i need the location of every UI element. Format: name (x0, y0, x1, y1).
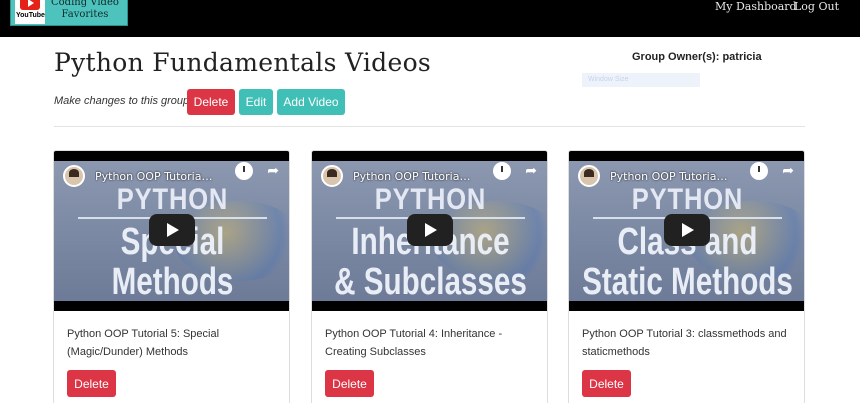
share-icon[interactable]: ➦ (525, 163, 537, 179)
play-icon[interactable] (664, 214, 710, 246)
thumbnail-line-2: Static Methods (582, 261, 793, 303)
thumbnail-heading: PYTHON (374, 183, 487, 216)
clock-icon[interactable] (493, 162, 511, 180)
thumbnail-heading: PYTHON (631, 183, 744, 216)
thumbnail-topbar: Python OOP Tutorial 3: ... ➦ (569, 162, 804, 187)
channel-avatar[interactable] (321, 165, 343, 187)
log-out-link[interactable]: Log Out (794, 0, 839, 13)
video-card: PYTHON Class and Static Methods Python O… (568, 150, 805, 403)
video-caption: Python OOP Tutorial 5: Special (Magic/Du… (67, 328, 220, 358)
edit-group-button[interactable]: Edit (239, 89, 273, 115)
header-divider (54, 126, 805, 127)
thumbnail-video-title[interactable]: Python OOP Tutorial 3: ... (610, 170, 730, 183)
video-card: PYTHON Inheritance & Subclasses Python O… (311, 150, 548, 403)
video-thumbnail[interactable]: PYTHON Special Methods Python OOP Tutori… (54, 151, 289, 311)
group-owner-label: Group Owner(s): patricia (632, 51, 762, 63)
clock-icon[interactable] (750, 162, 768, 180)
thumbnail-video-title[interactable]: Python OOP Tutorial 4: I... (353, 170, 473, 183)
clock-icon[interactable] (235, 162, 253, 180)
video-thumbnail[interactable]: PYTHON Class and Static Methods Python O… (569, 151, 804, 311)
logo-text: Coding Video Favorites (51, 0, 119, 21)
channel-avatar[interactable] (63, 165, 85, 187)
faint-field: Window Size (582, 73, 700, 87)
youtube-icon-label: YouTube (16, 12, 45, 19)
top-navbar: YouTube Coding Video Favorites My Dashbo… (0, 0, 860, 37)
change-group-label: Make changes to this group: (54, 95, 193, 107)
thumbnail-topbar: Python OOP Tutorial 5: ... ➦ (54, 162, 289, 187)
channel-avatar[interactable] (578, 165, 600, 187)
share-icon[interactable]: ➦ (782, 163, 794, 179)
page-title: Python Fundamentals Videos (54, 48, 432, 77)
my-dashboard-link[interactable]: My Dashboard (715, 0, 797, 13)
add-video-button[interactable]: Add Video (277, 89, 345, 115)
delete-video-button[interactable]: Delete (325, 370, 374, 397)
site-logo[interactable]: YouTube Coding Video Favorites (10, 0, 128, 26)
youtube-icon: YouTube (15, 0, 45, 24)
play-icon[interactable] (149, 214, 195, 246)
share-icon[interactable]: ➦ (267, 163, 279, 179)
video-caption: Python OOP Tutorial 3: classmethods and … (582, 328, 787, 358)
thumbnail-heading: PYTHON (116, 183, 229, 216)
delete-video-button[interactable]: Delete (582, 370, 631, 397)
delete-group-button[interactable]: Delete (187, 89, 235, 115)
thumbnail-line-2: & Subclasses (334, 261, 527, 303)
video-thumbnail[interactable]: PYTHON Inheritance & Subclasses Python O… (312, 151, 547, 311)
video-card: PYTHON Special Methods Python OOP Tutori… (53, 150, 290, 403)
delete-video-button[interactable]: Delete (67, 370, 116, 397)
play-icon[interactable] (407, 214, 453, 246)
thumbnail-topbar: Python OOP Tutorial 4: I... ➦ (312, 162, 547, 187)
logo-line-2: Favorites (61, 9, 109, 20)
video-caption: Python OOP Tutorial 4: Inheritance - Cre… (325, 328, 503, 358)
thumbnail-video-title[interactable]: Python OOP Tutorial 5: ... (95, 170, 215, 183)
youtube-play-icon (20, 0, 40, 10)
thumbnail-line-2: Methods (111, 261, 234, 303)
logo-line-1: Coding Video (51, 0, 119, 8)
